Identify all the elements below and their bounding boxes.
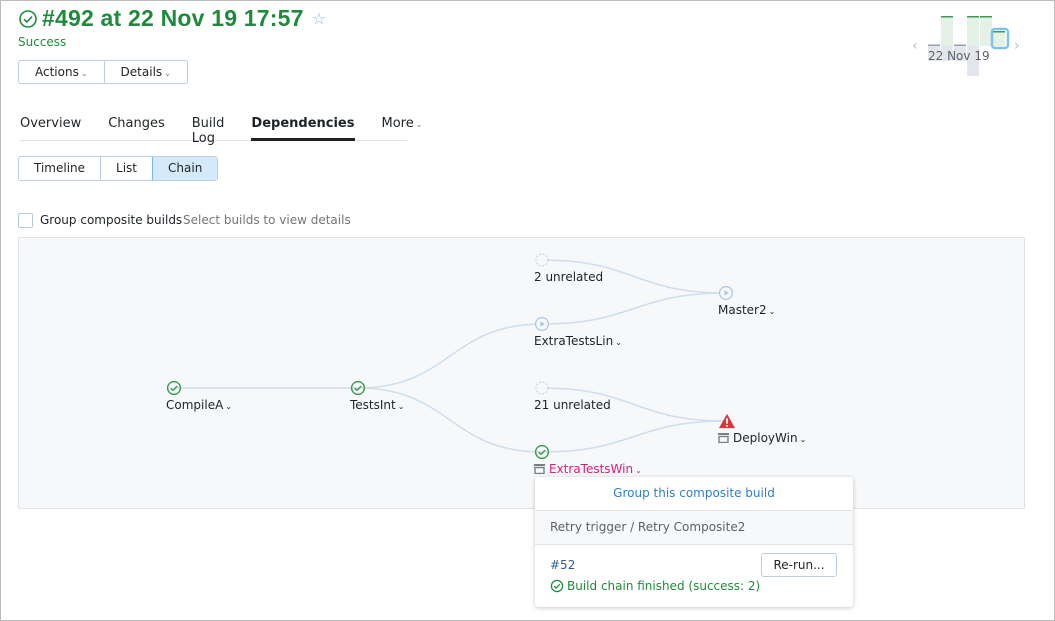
history-bar-top <box>993 31 1005 33</box>
history-bars <box>928 16 1010 76</box>
dashed-circle-icon <box>535 253 549 267</box>
tab-label: Dependencies <box>251 116 355 131</box>
chain-node[interactable] <box>534 316 550 336</box>
history-bar-top <box>941 16 953 18</box>
history-bar[interactable] <box>941 16 953 46</box>
star-icon[interactable]: ☆ <box>312 9 326 28</box>
chain-node[interactable] <box>166 380 182 400</box>
build-popup: Group this composite build Retry trigger… <box>535 477 853 607</box>
view-mode-switcher: Timeline List Chain <box>18 156 219 181</box>
chevron-down-icon[interactable]: ⌄ <box>769 307 776 316</box>
finished-text: Build chain finished (success: 2) <box>567 579 761 593</box>
status-text: Success <box>18 35 67 49</box>
tab-dependencies[interactable]: Dependencies <box>251 116 355 141</box>
history-bar-top <box>967 16 979 18</box>
group-composite-label[interactable]: Group composite builds <box>40 213 182 227</box>
node-name: ExtraTestsLin <box>534 334 614 348</box>
tab-changes[interactable]: Changes <box>108 116 165 140</box>
history-bar[interactable] <box>980 16 992 46</box>
composite-icon <box>534 464 545 475</box>
history-bar-top <box>928 44 940 46</box>
node-name: DeployWin <box>733 431 798 445</box>
chain-edges <box>173 259 727 453</box>
chain-node[interactable] <box>534 252 550 272</box>
play-circle-icon <box>535 317 549 331</box>
trigger-info: Retry trigger / Retry Composite2 <box>535 511 853 545</box>
chain-edge <box>541 292 727 325</box>
tab-label: Changes <box>108 116 165 131</box>
chain-node[interactable] <box>534 444 550 464</box>
chain-node-label[interactable]: 2 unrelated <box>534 270 603 284</box>
chevron-down-icon[interactable]: ⌄ <box>398 402 405 411</box>
chevron-down-icon: ⌄ <box>164 69 171 78</box>
view-timeline[interactable]: Timeline <box>19 157 100 180</box>
tab-bar: Overview Changes Build Log Dependencies … <box>20 116 422 146</box>
chevron-down-icon[interactable]: ⌄ <box>635 466 642 475</box>
tab-more[interactable]: More ⌄ <box>382 116 423 140</box>
chevron-left-icon[interactable]: ‹ <box>912 38 918 54</box>
dashed-circle-icon <box>535 381 549 395</box>
node-name: ExtraTestsWin <box>549 462 634 476</box>
group-composite-link[interactable]: Group this composite build <box>535 477 853 511</box>
chain-edge <box>541 420 727 453</box>
chain-node-label[interactable]: TestsInt ⌄ <box>350 398 404 412</box>
actions-button[interactable]: Actions ⌄ <box>19 61 104 83</box>
check-circle-icon <box>19 9 37 28</box>
chain-node[interactable] <box>718 285 734 305</box>
tab-build-log[interactable]: Build Log <box>192 116 225 146</box>
chain-node-label[interactable]: DeployWin ⌄ <box>718 431 806 445</box>
chain-node-label[interactable]: ExtraTestsLin ⌄ <box>534 334 622 348</box>
chain-panel: CompileA ⌄ TestsInt ⌄ 2 unrelated ExtraTestsL… <box>18 237 1025 509</box>
view-list[interactable]: List <box>100 157 152 180</box>
play-circle-icon <box>719 286 733 300</box>
chevron-down-icon[interactable]: ⌄ <box>615 338 622 347</box>
details-label: Details <box>120 65 163 79</box>
warning-icon <box>719 413 735 429</box>
chevron-down-icon[interactable]: ⌄ <box>225 402 232 411</box>
build-history: ‹ 22 Nov 19 › <box>908 10 1028 80</box>
view-chain[interactable]: Chain <box>152 157 218 180</box>
chain-finished-status: Build chain finished (success: 2) <box>550 579 760 593</box>
history-bar[interactable] <box>967 16 979 46</box>
chevron-down-icon: ⌄ <box>80 69 88 78</box>
chain-node[interactable] <box>718 413 736 433</box>
history-bar[interactable] <box>993 31 1005 46</box>
check-circle-icon <box>550 579 564 593</box>
node-name: Master2 <box>718 303 767 317</box>
chain-node-label[interactable]: CompileA ⌄ <box>166 398 232 412</box>
build-title: #492 at 22 Nov 19 17:57 ☆ <box>18 5 326 32</box>
rerun-button[interactable]: Re-run... <box>761 553 837 577</box>
chain-node-label[interactable]: ExtraTestsWin ⌄ <box>534 462 642 476</box>
check-circle-icon <box>534 444 550 460</box>
chain-edge <box>357 323 543 389</box>
tab-label: Overview <box>20 116 82 131</box>
history-date: 22 Nov 19 <box>928 49 990 63</box>
chevron-down-icon: ⌄ <box>415 120 423 129</box>
chain-node-label[interactable]: Master2 ⌄ <box>718 303 775 317</box>
chevron-right-icon[interactable]: › <box>1014 38 1020 54</box>
tab-label: More <box>381 116 414 131</box>
check-circle-icon <box>166 380 182 396</box>
node-name: 21 unrelated <box>534 398 611 412</box>
chain-node[interactable] <box>350 380 366 400</box>
hint-text: Select builds to view details <box>183 213 351 227</box>
build-number-link[interactable]: #52 <box>550 558 575 572</box>
composite-icon <box>718 433 729 444</box>
chain-node[interactable] <box>534 380 550 400</box>
node-name: TestsInt <box>350 398 396 412</box>
details-button[interactable]: Details ⌄ <box>103 61 187 83</box>
node-name: 2 unrelated <box>534 270 604 284</box>
chain-node-label[interactable]: 21 unrelated <box>534 398 611 412</box>
node-name: CompileA <box>166 398 224 412</box>
action-buttons: Actions ⌄ Details ⌄ <box>18 60 188 84</box>
history-bar-top <box>980 16 992 18</box>
page-title: #492 at 22 Nov 19 17:57 <box>42 5 304 31</box>
chevron-down-icon[interactable]: ⌄ <box>800 435 807 444</box>
group-composite-checkbox[interactable] <box>18 213 33 228</box>
check-circle-icon <box>350 380 366 396</box>
history-bar-top <box>954 44 966 46</box>
tab-overview[interactable]: Overview <box>20 116 81 140</box>
actions-label: Actions <box>35 65 79 79</box>
